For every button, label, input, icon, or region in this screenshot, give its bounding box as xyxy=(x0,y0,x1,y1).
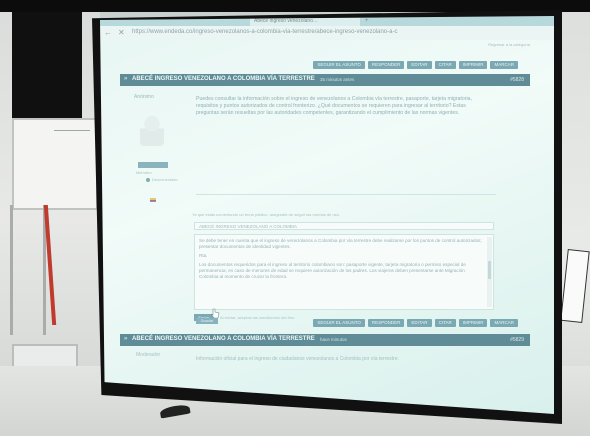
mark-button[interactable]: MARCAR xyxy=(490,61,518,69)
easel-stand xyxy=(10,205,46,335)
projected-forum-page: Abece ingreso venezolano… + ← ✕ https://… xyxy=(100,16,554,414)
reply-paragraph-2: Los documentos requeridos para el ingres… xyxy=(199,262,466,279)
author-name-2[interactable]: Moderador xyxy=(136,352,160,358)
send-note: Al enviar, aceptas las condiciones del f… xyxy=(220,315,295,320)
quick-reply-area: Ya que estás comentando un tema público,… xyxy=(192,212,502,321)
avatar xyxy=(140,114,164,146)
flag-icon xyxy=(150,198,156,202)
print-button[interactable]: IMPRIMIR xyxy=(458,61,488,69)
author-column: Anónimo Miembro Desconectado xyxy=(120,94,190,314)
author-name[interactable]: Anónimo xyxy=(134,94,154,100)
dark-panel xyxy=(12,12,82,118)
reply-button-2[interactable]: RESPONDER xyxy=(367,319,405,327)
reply-hint: Ya que estás comentando un tema público,… xyxy=(192,212,341,217)
post-number-2[interactable]: #5829 xyxy=(510,337,524,343)
print-button-2[interactable]: IMPRIMIR xyxy=(458,319,488,327)
follow-topic-button[interactable]: SEGUIR EL ASUNTO xyxy=(313,61,365,69)
post-body: Puedes consultar la información sobre el… xyxy=(196,96,472,116)
url-text[interactable]: https://www.endeda.co/ingreso-venezolano… xyxy=(132,29,397,35)
close-icon[interactable]: ✕ xyxy=(118,28,125,37)
reply-paragraph-1: Se debe tener en cuenta que el ingreso d… xyxy=(199,238,482,249)
rank-badge xyxy=(138,162,168,168)
post-toolbar-2: SEGUIR EL ASUNTO RESPONDER EDITAR CITAR … xyxy=(313,319,518,327)
post-number[interactable]: #5828 xyxy=(510,77,524,83)
whiteboard xyxy=(12,118,98,210)
follow-topic-button-2[interactable]: SEGUIR EL ASUNTO xyxy=(313,319,365,327)
save-draft-button[interactable]: Guardar xyxy=(196,318,218,324)
post-title[interactable]: ABECÉ INGRESO VENEZOLANO A COLOMBIA VÍA … xyxy=(132,76,315,82)
status-dot-icon xyxy=(146,178,150,182)
collapse-arrow-icon-2[interactable]: » xyxy=(124,336,127,342)
post-title-bar-2: » ABECÉ INGRESO VENEZOLANO A COLOMBIA VÍ… xyxy=(120,334,530,346)
reply-paragraph-2-label: Rta. xyxy=(199,253,208,258)
ceiling-shadow xyxy=(0,0,590,12)
subject-field[interactable]: ABECÉ INGRESO VENEZOLANO A COLOMBIA xyxy=(194,222,494,230)
post-title-2[interactable]: ABECÉ INGRESO VENEZOLANO A COLOMBIA VÍA … xyxy=(132,336,315,342)
edit-button[interactable]: EDITAR xyxy=(407,61,432,69)
mark-button-2[interactable]: MARCAR xyxy=(490,319,518,327)
edit-button-2[interactable]: EDITAR xyxy=(407,319,432,327)
post-title-bar: » ABECÉ INGRESO VENEZOLANO A COLOMBIA VÍ… xyxy=(120,74,530,86)
post-time: 35 minutos antes xyxy=(320,77,355,82)
post-toolbar: SEGUIR EL ASUNTO RESPONDER EDITAR CITAR … xyxy=(313,61,518,69)
post-body-2: Información oficial para el ingreso de c… xyxy=(196,356,399,362)
collapse-arrow-icon[interactable]: » xyxy=(124,76,127,82)
reply-button[interactable]: RESPONDER xyxy=(367,61,405,69)
status-text: Desconectado xyxy=(152,177,178,182)
quote-button-2[interactable]: CITAR xyxy=(434,319,456,327)
new-tab-button[interactable]: + xyxy=(365,17,375,26)
hand-cursor-icon xyxy=(210,308,220,318)
back-to-category-link[interactable]: Regresar a la categoría xyxy=(488,42,530,47)
quote-button[interactable]: CITAR xyxy=(434,61,456,69)
rank-text: Miembro xyxy=(136,170,152,175)
back-icon[interactable]: ← xyxy=(104,28,112,37)
post-time-2: hace minutos xyxy=(320,337,347,342)
reply-textarea[interactable]: Se debe tener en cuenta que el ingreso d… xyxy=(194,234,494,310)
post-divider xyxy=(196,194,496,195)
textarea-scrollbar[interactable] xyxy=(487,237,492,307)
